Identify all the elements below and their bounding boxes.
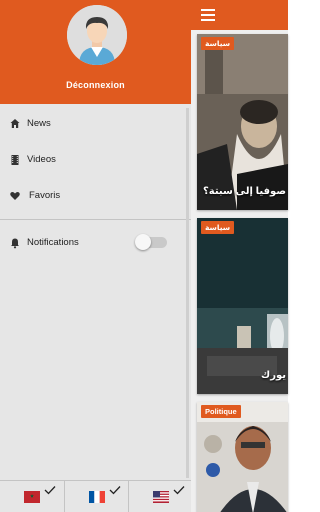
card-title: صوفيا إلى سبتة؟: [202, 186, 286, 197]
news-card[interactable]: سياسة صوفيا إلى سبتة؟: [197, 34, 288, 210]
card-title: يورك: [261, 370, 286, 381]
toggle-thumb: [135, 234, 151, 250]
language-option-english[interactable]: [128, 481, 191, 512]
scrollbar[interactable]: [186, 108, 189, 478]
notifications-toggle[interactable]: [135, 234, 169, 250]
news-card[interactable]: Politique: [197, 402, 288, 512]
home-icon: [10, 119, 20, 128]
news-image: [197, 402, 288, 512]
drawer-header: Déconnexion: [0, 0, 191, 104]
language-bar: [0, 480, 191, 512]
drawer-item-favoris[interactable]: Favoris: [0, 181, 191, 211]
film-icon: [11, 155, 19, 165]
navigation-drawer: Déconnexion News Videos Favoris Notifica…: [0, 0, 191, 512]
hamburger-icon[interactable]: [201, 9, 215, 21]
drawer-item-label: Favoris: [29, 190, 61, 201]
checkmark-icon: [44, 486, 56, 495]
avatar[interactable]: [67, 5, 127, 65]
checkmark-icon: [109, 486, 121, 495]
logout-button[interactable]: Déconnexion: [0, 80, 191, 90]
category-tag: سياسة: [201, 221, 235, 234]
app-bar: [191, 0, 288, 30]
drawer-divider: [0, 219, 191, 220]
language-option-morocco[interactable]: [0, 481, 63, 512]
drawer-item-label: Videos: [27, 154, 56, 165]
drawer-item-videos[interactable]: Videos: [0, 145, 191, 175]
news-card[interactable]: سياسة يورك: [197, 218, 288, 394]
news-feed: سياسة صوفيا إلى سبتة؟ سياسة يورك Politiq…: [191, 0, 288, 512]
france-flag-icon: [89, 491, 105, 503]
drawer-item-news[interactable]: News: [0, 109, 191, 139]
morocco-flag-icon: [24, 491, 40, 503]
checkmark-icon: [173, 486, 185, 495]
drawer-item-label: News: [27, 118, 51, 129]
news-image: [197, 218, 288, 394]
heart-icon: [10, 191, 20, 200]
drawer-item-label: Notifications: [27, 237, 79, 248]
usa-flag-icon: [153, 491, 169, 503]
category-tag: Politique: [201, 405, 241, 418]
language-option-french[interactable]: [64, 481, 127, 512]
news-image: [197, 34, 288, 210]
bell-icon: [11, 238, 19, 249]
category-tag: سياسة: [201, 37, 235, 50]
